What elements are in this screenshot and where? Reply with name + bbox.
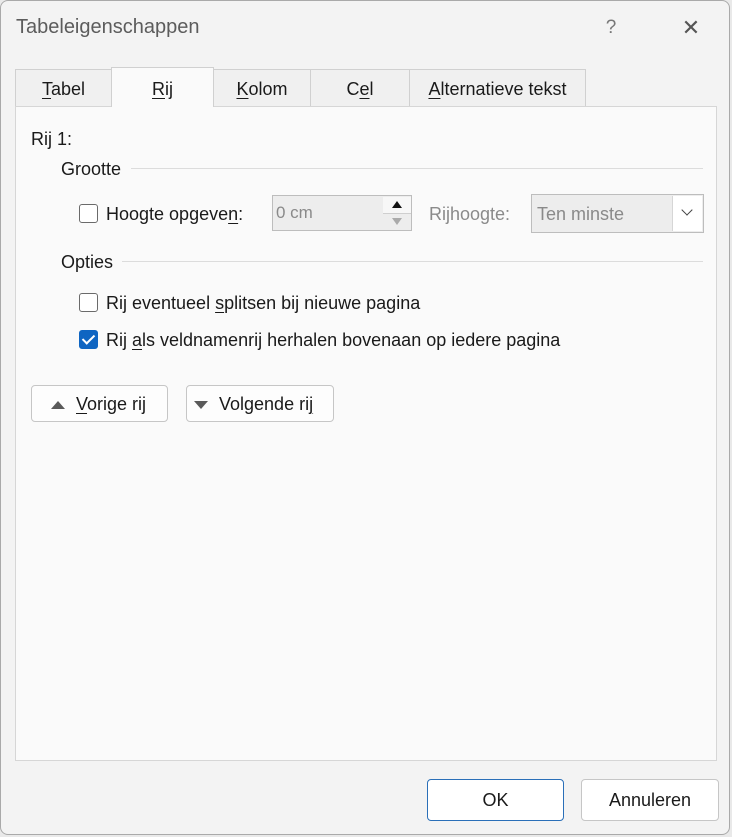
- tab-rij[interactable]: Rij: [111, 67, 214, 107]
- size-group-divider: [131, 168, 703, 169]
- repeat-header-row-checkbox[interactable]: [79, 330, 98, 349]
- row-height-label: Rijhoogte:: [429, 204, 511, 224]
- help-icon[interactable]: ?: [597, 13, 625, 43]
- split-row-label: Rij eventueel splitsen bij nieuwe pagina: [106, 293, 421, 313]
- tab-cel[interactable]: Cel: [310, 69, 410, 106]
- row-height-select[interactable]: Ten minste: [531, 194, 704, 233]
- height-spinner[interactable]: 0 cm: [272, 195, 412, 231]
- split-row-checkbox[interactable]: [79, 293, 98, 312]
- repeat-header-row-label: Rij als veldnamenrij herhalen bovenaan o…: [106, 330, 561, 350]
- size-group-title: Grootte: [61, 159, 122, 179]
- options-group-divider: [122, 261, 703, 262]
- previous-row-button[interactable]: Vorige rij: [31, 385, 168, 422]
- window-title: Tabeleigenschappen: [16, 16, 200, 38]
- ok-button[interactable]: OK: [427, 779, 564, 821]
- close-icon[interactable]: ✕: [675, 13, 707, 43]
- options-group-title: Opties: [61, 252, 114, 272]
- specify-height-checkbox[interactable]: [79, 204, 98, 223]
- row-tab-panel: Rij 1: Grootte Hoogte opgeven: 0 cm Rijh…: [15, 106, 717, 761]
- spin-down-icon[interactable]: [383, 214, 411, 230]
- triangle-up-icon: [51, 401, 65, 409]
- spin-up-icon[interactable]: [383, 197, 411, 214]
- row-height-selected-value: Ten minste: [537, 204, 625, 224]
- tab-kolom[interactable]: Kolom: [213, 69, 311, 106]
- table-properties-dialog: Tabeleigenschappen ? ✕ Tabel Rij Kolom C…: [0, 0, 730, 835]
- row-header: Rij 1:: [31, 129, 73, 149]
- tab-alternatieve-tekst[interactable]: Alternatieve tekst: [409, 69, 586, 106]
- specify-height-label: Hoogte opgeven:: [106, 204, 244, 224]
- next-row-button[interactable]: Volgende rij: [186, 385, 334, 422]
- tab-tabel[interactable]: Tabel: [15, 69, 112, 106]
- chevron-down-icon[interactable]: [672, 196, 702, 231]
- cancel-button[interactable]: Annuleren: [581, 779, 719, 821]
- height-value: 0 cm: [276, 203, 313, 222]
- triangle-down-icon: [194, 401, 208, 409]
- title-bar: Tabeleigenschappen ? ✕: [1, 1, 729, 53]
